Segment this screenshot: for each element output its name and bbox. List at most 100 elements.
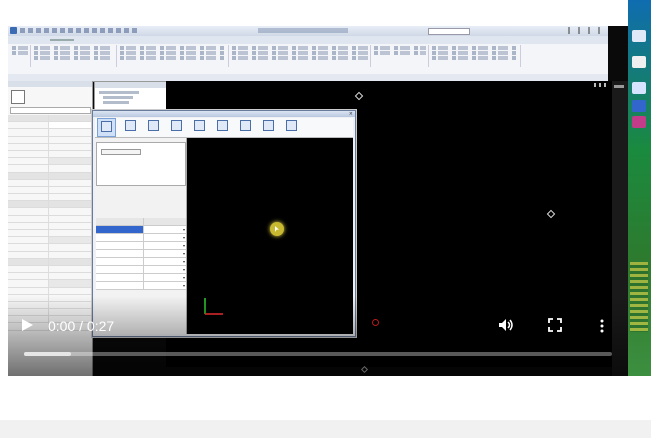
table-header: [96, 218, 186, 226]
parameter-tree[interactable]: [96, 142, 186, 186]
time-separator: /: [75, 318, 87, 334]
tool-button[interactable]: [145, 118, 162, 137]
volume-icon[interactable]: [498, 318, 514, 332]
ribbon-tab[interactable]: [76, 39, 98, 41]
controls-scrim: [8, 296, 628, 376]
project-browser-header: [95, 82, 167, 88]
prop-row[interactable]: [8, 222, 92, 230]
prop-row[interactable]: [8, 208, 92, 216]
tool-button[interactable]: [237, 118, 254, 137]
table-row[interactable]: [96, 266, 186, 274]
ribbon-tab[interactable]: [194, 39, 216, 41]
app-titlebar: [8, 26, 608, 36]
ribbon-tab[interactable]: [172, 39, 192, 41]
type-selector[interactable]: [10, 107, 91, 114]
desktop-app-icon[interactable]: [632, 116, 646, 128]
prop-row[interactable]: [8, 215, 92, 223]
prop-row[interactable]: [8, 237, 92, 245]
ribbon-tab[interactable]: [100, 39, 120, 41]
parameter-table: [96, 218, 186, 290]
play-icon[interactable]: [20, 318, 34, 332]
view-window-controls[interactable]: [594, 83, 608, 87]
tool-button[interactable]: [122, 118, 139, 137]
table-row[interactable]: [96, 242, 186, 250]
table-row[interactable]: [96, 258, 186, 266]
family-type-icon: [11, 90, 25, 104]
ribbon-group[interactable]: [230, 45, 371, 67]
prop-row[interactable]: [8, 143, 92, 151]
table-row[interactable]: [96, 234, 186, 242]
view-marker-icon: [546, 209, 556, 219]
fullscreen-icon[interactable]: [548, 318, 562, 332]
dialog-titlebar: [93, 111, 355, 117]
desktop-app-icon[interactable]: [632, 82, 646, 94]
ribbon-group[interactable]: [32, 45, 117, 67]
prop-row[interactable]: [8, 122, 92, 130]
prop-row[interactable]: [8, 165, 92, 173]
prop-row[interactable]: [8, 129, 92, 137]
ribbon-tab[interactable]: [240, 39, 262, 41]
ribbon-group[interactable]: [10, 45, 31, 67]
add-parameter-button[interactable]: [101, 149, 141, 155]
desktop-app-icon[interactable]: [632, 30, 646, 42]
browser-tree-item[interactable]: [103, 96, 133, 99]
tool-icon: [101, 121, 112, 132]
ribbon-group[interactable]: [430, 45, 521, 67]
prop-section[interactable]: [8, 115, 92, 123]
prop-row[interactable]: [8, 244, 92, 252]
tool-button[interactable]: [260, 118, 277, 137]
prop-row[interactable]: [8, 287, 92, 295]
table-row[interactable]: [96, 226, 186, 234]
prop-section[interactable]: [8, 172, 92, 180]
table-row[interactable]: [96, 274, 186, 282]
ribbon-tab[interactable]: [122, 39, 144, 41]
prop-row[interactable]: [8, 251, 92, 259]
search-input[interactable]: [428, 28, 470, 35]
progress-track[interactable]: [24, 352, 612, 356]
prop-section[interactable]: [8, 258, 92, 266]
browser-tree-item[interactable]: [99, 91, 139, 94]
current-time: 0:00: [48, 318, 76, 334]
properties-header: [8, 81, 92, 87]
ribbon-group[interactable]: [372, 45, 429, 67]
desktop-app-icon[interactable]: [632, 56, 646, 68]
close-icon[interactable]: ×: [349, 111, 353, 117]
prop-row[interactable]: [8, 194, 92, 202]
ribbon-group[interactable]: [118, 45, 229, 67]
prop-row[interactable]: [8, 136, 92, 144]
more-vertical-icon[interactable]: [600, 319, 604, 333]
duration: 0:27: [86, 318, 115, 334]
prop-row[interactable]: [8, 150, 92, 159]
desktop-background: [628, 0, 651, 376]
window-controls[interactable]: [568, 27, 606, 34]
quick-access-toolbar[interactable]: [20, 28, 140, 33]
tool-icon: [286, 120, 297, 131]
table-row[interactable]: [96, 282, 186, 290]
prop-row[interactable]: [8, 186, 92, 195]
browser-tree-item[interactable]: [103, 101, 129, 104]
tool-icon: [217, 120, 228, 131]
ribbon-tab[interactable]: [26, 39, 48, 41]
tool-button[interactable]: [168, 118, 185, 137]
prop-row[interactable]: [8, 179, 92, 187]
ribbon-tab[interactable]: [146, 39, 170, 41]
desktop-app-icon[interactable]: [632, 100, 646, 112]
page-footer-strip: [0, 420, 651, 438]
ribbon-tab[interactable]: [218, 39, 238, 41]
tool-button[interactable]: [283, 118, 300, 137]
tool-button[interactable]: [97, 118, 116, 137]
prop-row[interactable]: [8, 230, 92, 238]
ribbon-tab-active[interactable]: [50, 39, 74, 41]
dialog-toolbar: [95, 118, 353, 138]
table-row[interactable]: [96, 250, 186, 258]
prop-row[interactable]: [8, 158, 92, 166]
prop-row[interactable]: [8, 265, 92, 274]
tool-button[interactable]: [191, 118, 208, 137]
prop-row[interactable]: [8, 280, 92, 288]
tool-button[interactable]: [214, 118, 231, 137]
prop-section[interactable]: [8, 201, 92, 209]
tool-icon: [125, 120, 136, 131]
navigation-icon[interactable]: [614, 85, 624, 88]
ribbon-tabs: [8, 36, 608, 44]
prop-row[interactable]: [8, 273, 92, 281]
